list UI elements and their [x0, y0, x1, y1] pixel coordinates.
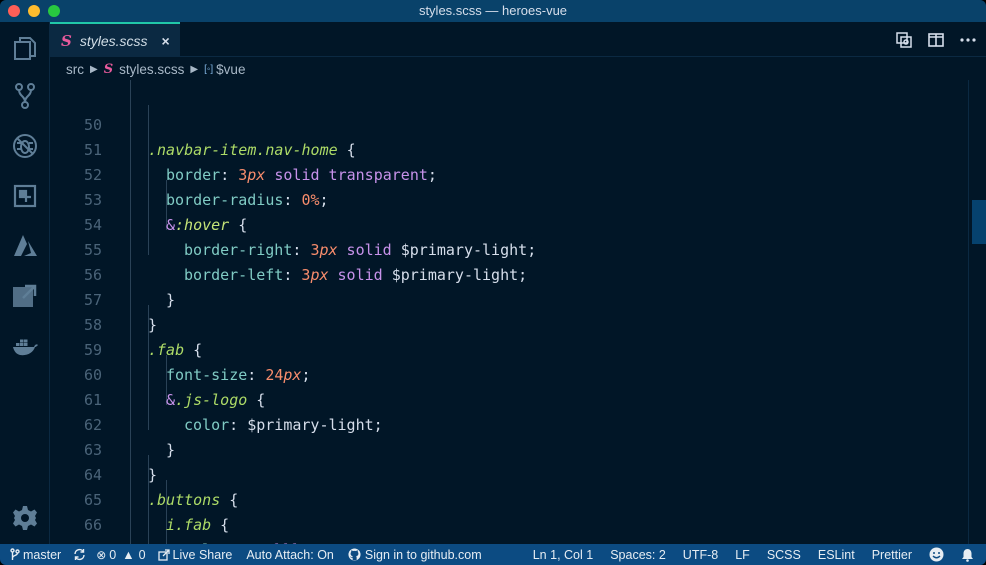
cursor-position[interactable]: Ln 1, Col 1: [533, 548, 593, 562]
code-line: 60 &.js-logo {: [50, 338, 970, 409]
open-changes-icon[interactable]: [894, 30, 914, 50]
docker-icon[interactable]: [9, 330, 41, 362]
split-editor-icon[interactable]: [926, 30, 946, 50]
variable-icon: [◦]: [204, 63, 214, 75]
problems-status[interactable]: ⊗ 0 ▲ 0: [96, 548, 145, 562]
code-line: 63 }: [50, 413, 970, 484]
source-control-icon[interactable]: [9, 80, 41, 112]
warning-icon: ▲: [122, 547, 135, 562]
prettier-status[interactable]: Prettier: [872, 548, 912, 562]
feedback-smiley-icon[interactable]: [929, 547, 944, 562]
files-icon[interactable]: [9, 32, 41, 64]
code-line: 51 border: 3px solid transparent;: [50, 113, 970, 184]
code-line: 66 color: #fff;: [50, 488, 970, 544]
window-title: styles.scss — heroes-vue: [418, 3, 568, 18]
window-minimize-button[interactable]: [28, 5, 40, 17]
title-bar: styles.scss — heroes-vue: [0, 0, 986, 22]
code-editor[interactable]: 50 .navbar-item.nav-home { 51 border: 3p…: [50, 80, 986, 544]
branch-status[interactable]: master: [10, 548, 61, 562]
indentation-status[interactable]: Spaces: 2: [610, 548, 666, 562]
code-line: 54 border-right: 3px solid $primary-ligh…: [50, 188, 970, 259]
editor-actions: [894, 30, 978, 50]
code-line: 59 font-size: 24px;: [50, 313, 970, 384]
git-branch-icon: [10, 548, 20, 560]
azure-icon[interactable]: [9, 230, 41, 262]
breadcrumb-symbol[interactable]: $vue: [216, 62, 245, 77]
code-line: 64 .buttons {: [50, 438, 970, 509]
vscode-window: styles.scss — heroes-vue S styles.scss ×…: [0, 0, 986, 565]
notifications-bell-icon[interactable]: [961, 548, 974, 562]
more-actions-icon[interactable]: [958, 30, 978, 50]
live-share-icon: [157, 548, 170, 561]
tab-bar: S styles.scss ×: [50, 22, 986, 57]
auto-attach-status[interactable]: Auto Attach: On: [246, 548, 334, 562]
code-line: 56 }: [50, 238, 970, 309]
code-line: 53 &:hover {: [50, 163, 970, 234]
status-bar: master ⊗ 0 ▲ 0 Live Share Auto Attach: O…: [0, 544, 986, 565]
code-line: 58 .fab {: [50, 288, 970, 359]
code-line: 67 margin-left: 20px;: [50, 513, 970, 544]
remote-explorer-icon[interactable]: [9, 280, 41, 312]
status-bar-right: Ln 1, Col 1 Spaces: 2 UTF-8 LF SCSS ESLi…: [533, 547, 986, 562]
tab-styles-scss[interactable]: S styles.scss ×: [50, 22, 180, 57]
github-signin-button[interactable]: Sign in to github.com: [348, 548, 482, 562]
activity-bar: [0, 22, 50, 544]
sass-file-icon: S: [103, 61, 114, 77]
code-line: 55 border-left: 3px solid $primary-light…: [50, 213, 970, 284]
live-share-button[interactable]: Live Share: [157, 548, 232, 562]
breadcrumb-file[interactable]: styles.scss: [119, 62, 184, 77]
extensions-icon[interactable]: [9, 180, 41, 212]
sass-file-icon: S: [61, 31, 72, 50]
chevron-right-icon: ▶: [190, 63, 199, 75]
github-icon: [348, 548, 361, 561]
language-mode[interactable]: SCSS: [767, 548, 801, 562]
chevron-right-icon: ▶: [90, 63, 98, 75]
tab-label: styles.scss: [79, 32, 148, 49]
encoding-status[interactable]: UTF-8: [683, 548, 718, 562]
scrollbar-thumb[interactable]: [972, 200, 986, 244]
code-line: 50 .navbar-item.nav-home {: [50, 88, 970, 159]
code-line: 61 color: $primary-light;: [50, 363, 970, 434]
debug-icon[interactable]: [9, 130, 41, 162]
window-close-button[interactable]: [8, 5, 20, 17]
eol-status[interactable]: LF: [735, 548, 750, 562]
error-icon: ⊗: [96, 547, 107, 562]
sync-icon[interactable]: [73, 548, 86, 561]
code-line: 57 }: [50, 263, 970, 334]
tab-close-icon[interactable]: ×: [162, 33, 170, 49]
code-line: 62 }: [50, 388, 970, 459]
breadcrumb: src ▶ S styles.scss ▶ [◦] $vue: [50, 58, 986, 80]
code-line: 52 border-radius: 0%;: [50, 138, 970, 209]
code-line: 65 i.fab {: [50, 463, 970, 534]
window-maximize-button[interactable]: [48, 5, 60, 17]
minimap-border: [968, 80, 969, 544]
gear-icon[interactable]: [9, 502, 41, 534]
breadcrumb-folder[interactable]: src: [66, 62, 84, 77]
eslint-status[interactable]: ESLint: [818, 548, 855, 562]
